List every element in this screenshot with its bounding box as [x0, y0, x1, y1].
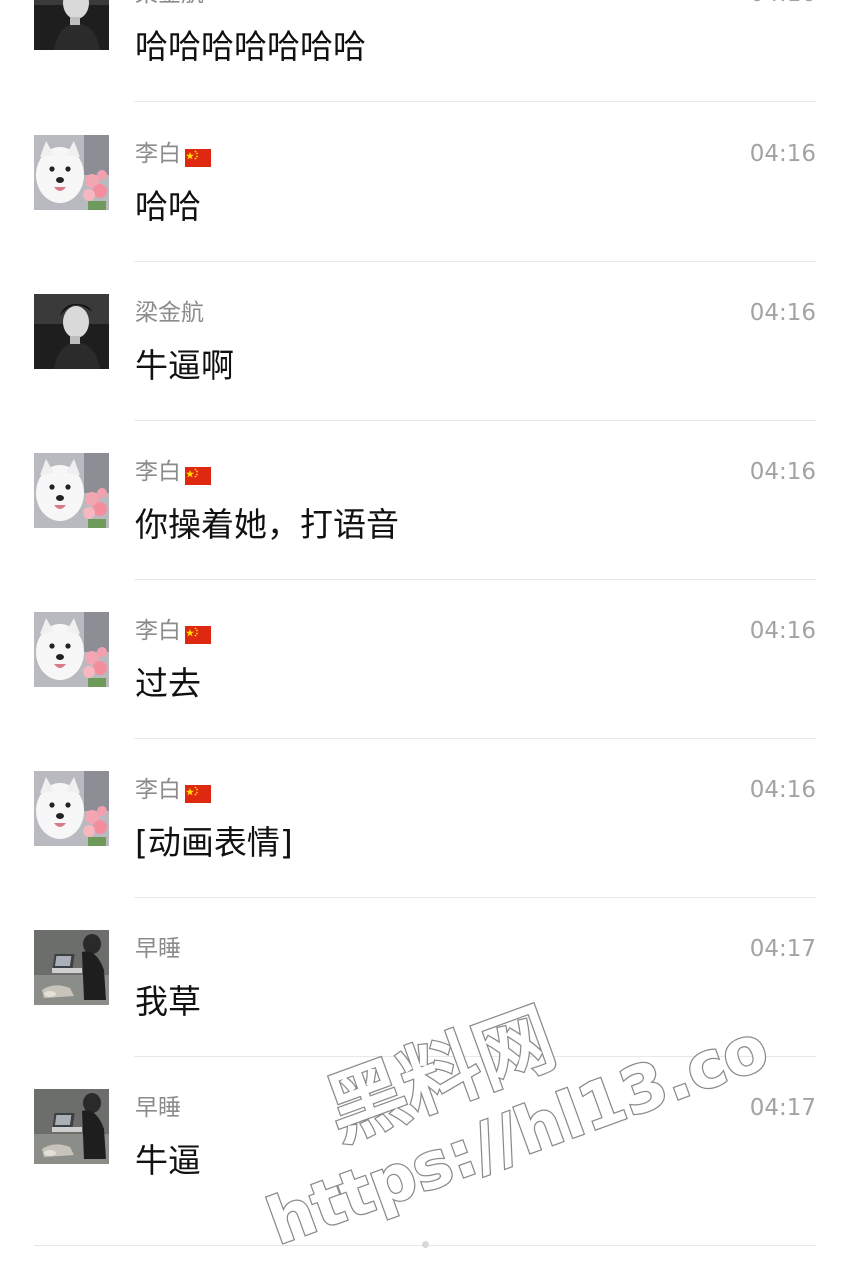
sender-name: 早睡: [135, 936, 181, 962]
message-text: [动画表情]: [135, 823, 293, 862]
divider: [134, 579, 816, 580]
list-item[interactable]: 早睡 04:17 牛逼: [0, 1089, 850, 1248]
divider: [134, 897, 816, 898]
laptop-photo-avatar-icon: [34, 930, 109, 1005]
message-time: 04:16: [750, 0, 816, 9]
list-item[interactable]: 李白 04:16 你操着她，打语音: [0, 453, 850, 612]
avatar[interactable]: [34, 771, 109, 846]
list-item[interactable]: 早睡 04:17 我草: [0, 930, 850, 1089]
chat-message-list[interactable]: 梁金航 04:16 哈哈哈哈哈哈哈: [0, 0, 850, 1280]
page-indicator-dot: [422, 1241, 429, 1248]
message-time: 04:16: [749, 618, 816, 644]
avatar[interactable]: [34, 1089, 109, 1164]
list-item[interactable]: 梁金航 04:16 哈哈哈哈哈哈哈: [0, 0, 850, 134]
divider: [134, 1056, 816, 1057]
message-time: 04:16: [749, 459, 816, 485]
list-item[interactable]: 李白 04:16 [动画表情]: [0, 771, 850, 930]
divider: [134, 101, 816, 102]
samoyed-avatar-icon: [34, 612, 109, 687]
message-time: 04:16: [749, 300, 816, 326]
message-time: 04:17: [749, 936, 816, 962]
message-text: 牛逼: [135, 1141, 201, 1180]
man-bw-avatar-icon: [34, 0, 109, 50]
sender-name: 李白: [135, 616, 211, 646]
message-time: 04:16: [749, 141, 816, 167]
sender-name: 李白: [135, 775, 211, 805]
message-time: 04:17: [749, 1095, 816, 1121]
sender-name: 李白: [135, 457, 211, 487]
message-time: 04:16: [749, 777, 816, 803]
sender-name: 梁金航: [135, 0, 204, 9]
samoyed-avatar-icon: [34, 453, 109, 528]
divider: [134, 420, 816, 421]
china-flag-icon: [185, 622, 211, 644]
divider: [134, 261, 816, 262]
message-text: 牛逼啊: [135, 346, 234, 385]
message-text: 哈哈哈哈哈哈哈: [135, 27, 366, 66]
list-item[interactable]: 李白 04:16 哈哈: [0, 135, 850, 294]
message-text: 哈哈: [135, 187, 201, 226]
china-flag-icon: [185, 463, 211, 485]
message-text: 你操着她，打语音: [135, 505, 399, 544]
samoyed-avatar-icon: [34, 771, 109, 846]
sender-name: 梁金航: [135, 300, 204, 326]
message-text: 我草: [135, 982, 201, 1021]
sender-name: 李白: [135, 139, 211, 169]
man-bw-avatar-icon: [34, 294, 109, 369]
china-flag-icon: [185, 145, 211, 167]
avatar[interactable]: [34, 453, 109, 528]
china-flag-icon: [185, 781, 211, 803]
divider: [134, 738, 816, 739]
laptop-photo-avatar-icon: [34, 1089, 109, 1164]
sender-name: 早睡: [135, 1095, 181, 1121]
avatar[interactable]: [34, 135, 109, 210]
avatar[interactable]: [34, 294, 109, 369]
message-text: 过去: [135, 664, 201, 703]
list-item[interactable]: 梁金航 04:16 牛逼啊: [0, 294, 850, 453]
samoyed-avatar-icon: [34, 135, 109, 210]
avatar[interactable]: [34, 612, 109, 687]
avatar[interactable]: [34, 0, 109, 50]
list-item[interactable]: 李白 04:16 过去: [0, 612, 850, 771]
avatar[interactable]: [34, 930, 109, 1005]
